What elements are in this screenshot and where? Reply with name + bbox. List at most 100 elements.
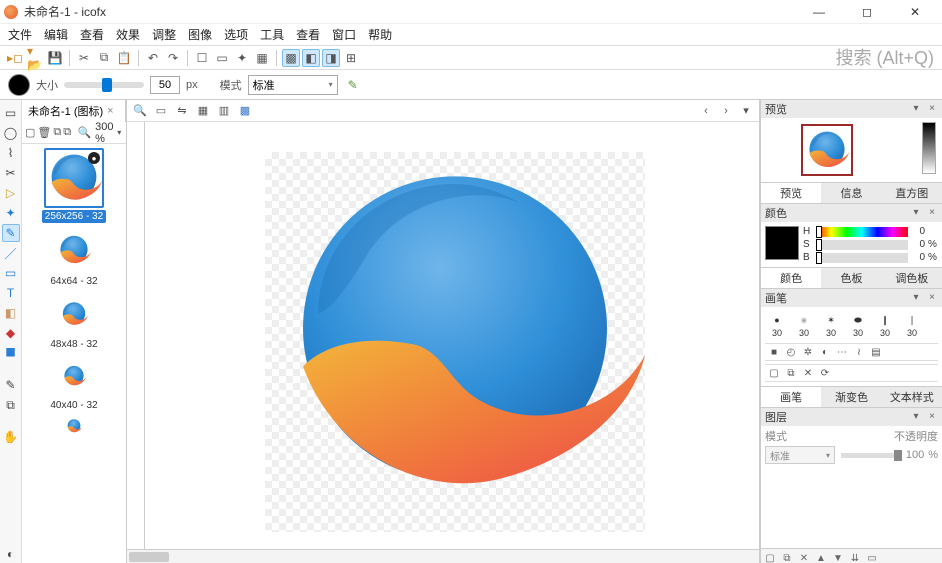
zoom-icon[interactable]: 🔍 xyxy=(77,125,91,141)
close-button[interactable]: ✕ xyxy=(900,2,930,22)
brush-preset[interactable]: ●30 xyxy=(767,313,787,338)
s-value[interactable]: 0 xyxy=(911,239,925,250)
angle-icon[interactable]: ◐ xyxy=(818,345,832,359)
flip-h-icon[interactable]: ⇋ xyxy=(173,102,191,120)
crop-tool[interactable]: ✂ xyxy=(2,164,20,182)
brush-preset[interactable]: ⬬30 xyxy=(848,313,868,338)
brush-tool[interactable]: ✎ xyxy=(2,224,20,242)
brush-color-swatch[interactable] xyxy=(8,74,30,96)
paste-icon[interactable]: 📋 xyxy=(115,49,133,67)
layer-list[interactable] xyxy=(765,466,938,546)
up-layer-icon[interactable]: ▲ xyxy=(814,551,828,563)
add-size-icon[interactable]: ▢ xyxy=(25,125,35,141)
del-brush-icon[interactable]: ✕ xyxy=(801,366,815,380)
menu-view2[interactable]: 查看 xyxy=(292,24,324,45)
tab-preview[interactable]: 预览 xyxy=(761,183,821,203)
guides-icon[interactable]: ▥ xyxy=(215,102,233,120)
cut-icon[interactable]: ✂ xyxy=(75,49,93,67)
size-slider[interactable] xyxy=(64,82,144,88)
new-brush-icon[interactable]: ▢ xyxy=(767,366,781,380)
gradient-tool[interactable]: ◆ xyxy=(2,324,20,342)
chevron-down-icon[interactable]: ▾ xyxy=(910,207,922,219)
zoom-value[interactable]: 300 % xyxy=(95,121,113,145)
tab-histogram[interactable]: 直方图 xyxy=(882,183,942,203)
tab-color[interactable]: 颜色 xyxy=(761,268,821,288)
zoom-fit-icon[interactable]: ▭ xyxy=(152,102,170,120)
chevron-down-icon[interactable]: ▾ xyxy=(910,292,922,304)
h-value[interactable]: 0 xyxy=(911,226,925,237)
menu-edit[interactable]: 编辑 xyxy=(40,24,72,45)
layer-mode-select[interactable]: 标准▾ xyxy=(765,446,835,464)
menu-window[interactable]: 窗口 xyxy=(328,24,360,45)
clone-tool[interactable]: ⧉ xyxy=(2,396,20,414)
rect-tool[interactable]: ▭ xyxy=(2,264,20,282)
tab-brush[interactable]: 画笔 xyxy=(761,387,821,407)
jitter-icon[interactable]: ≀ xyxy=(852,345,866,359)
texture-icon[interactable]: ✎ xyxy=(344,76,362,94)
brush-panel-icon[interactable]: ◧ xyxy=(302,49,320,67)
save-brush-icon[interactable]: ⧉ xyxy=(784,366,798,380)
tools-icon[interactable]: ✦ xyxy=(233,49,251,67)
lasso-tool[interactable]: ⌇ xyxy=(2,144,20,162)
thumb-item[interactable] xyxy=(34,416,114,436)
marquee-rect-tool[interactable]: ▭ xyxy=(2,104,20,122)
tab-textstyle[interactable]: 文本样式 xyxy=(882,387,942,407)
line-tool[interactable]: ／ xyxy=(2,244,20,262)
phone-icon[interactable]: ☐ xyxy=(193,49,211,67)
tab-info[interactable]: 信息 xyxy=(821,183,881,203)
tab-palette[interactable]: 调色板 xyxy=(882,268,942,288)
close-tab-icon[interactable]: × xyxy=(107,105,113,117)
brush-preset[interactable]: ❘30 xyxy=(902,313,922,338)
hand-tool[interactable]: ✋ xyxy=(2,428,20,446)
canvas[interactable] xyxy=(127,122,759,549)
hue-slider[interactable] xyxy=(816,227,908,237)
menu-image[interactable]: 图像 xyxy=(184,24,216,45)
sat-slider[interactable] xyxy=(816,240,908,250)
menu-adjust[interactable]: 调整 xyxy=(148,24,180,45)
close-panel-icon[interactable]: × xyxy=(926,103,938,115)
zoom-in-icon[interactable]: 🔍 xyxy=(131,102,149,120)
minimize-button[interactable]: — xyxy=(804,2,834,22)
copy-icon[interactable]: ⧉ xyxy=(95,49,113,67)
delete-size-icon[interactable]: 🗑 xyxy=(37,125,51,141)
brush-preset[interactable]: ●30 xyxy=(794,313,814,338)
chevron-down-icon[interactable]: ▾ xyxy=(116,125,124,141)
chevron-down-icon[interactable]: ▾ xyxy=(910,103,922,115)
tab-gradient[interactable]: 渐变色 xyxy=(821,387,881,407)
layers-panel-icon[interactable]: ◨ xyxy=(322,49,340,67)
dup-layer-icon[interactable]: ⧉ xyxy=(780,551,794,563)
mode-select[interactable]: 标准 ▾ xyxy=(248,75,338,95)
wand-tool[interactable]: ✦ xyxy=(2,204,20,222)
checker-icon[interactable]: ▩ xyxy=(236,102,254,120)
library-icon[interactable]: ⊞ xyxy=(342,49,360,67)
text-tool[interactable]: T xyxy=(2,284,20,302)
brush-preset[interactable]: ❙30 xyxy=(875,313,895,338)
bri-slider[interactable] xyxy=(816,253,908,263)
reset-brush-icon[interactable]: ⟳ xyxy=(818,366,832,380)
del-layer-icon[interactable]: ✕ xyxy=(797,551,811,563)
new-file-icon[interactable]: ▸◻ xyxy=(6,49,24,67)
dup-size-icon[interactable]: ⧉ xyxy=(63,125,71,141)
close-panel-icon[interactable]: × xyxy=(926,292,938,304)
h-scrollbar[interactable] xyxy=(127,549,759,563)
menu-tools[interactable]: 工具 xyxy=(256,24,288,45)
close-panel-icon[interactable]: × xyxy=(926,207,938,219)
close-panel-icon[interactable]: × xyxy=(926,411,938,423)
menu-help[interactable]: 帮助 xyxy=(364,24,396,45)
menu-icon[interactable]: ▾ xyxy=(737,102,755,120)
move-tool[interactable]: ▷ xyxy=(2,184,20,202)
maximize-button[interactable]: ◻ xyxy=(852,2,882,22)
size-value[interactable]: 50 xyxy=(150,76,180,94)
color-swap-icon[interactable]: ◐ xyxy=(2,545,20,563)
opacity-slider[interactable] xyxy=(841,453,902,458)
prev-icon[interactable]: ‹ xyxy=(697,102,715,120)
spacing-icon[interactable]: ⋯ xyxy=(835,345,849,359)
device-icon[interactable]: ▭ xyxy=(213,49,231,67)
opacity-value[interactable]: 100 xyxy=(906,449,924,461)
eyedropper-tool[interactable]: ✎ xyxy=(2,376,20,394)
undo-icon[interactable]: ↶ xyxy=(144,49,162,67)
eraser-tool[interactable]: ◧ xyxy=(2,304,20,322)
menu-effects[interactable]: 效果 xyxy=(112,24,144,45)
brush-preset[interactable]: ✶30 xyxy=(821,313,841,338)
thumb-item[interactable]: 64x64 - 32 xyxy=(34,227,114,288)
